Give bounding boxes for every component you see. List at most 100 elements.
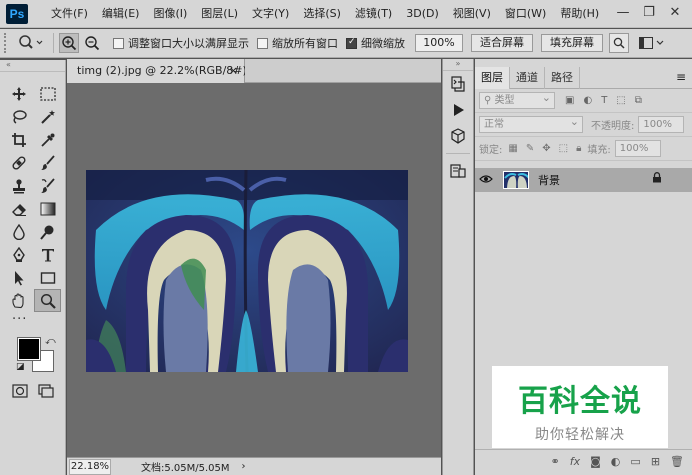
layers-tabs: 图层 通道 路径 ≡ bbox=[475, 67, 692, 89]
menu-filter[interactable]: 滤镜(T) bbox=[348, 0, 399, 28]
adjustment-filter-icon[interactable]: ◐ bbox=[583, 95, 592, 106]
menu-help[interactable]: 帮助(H) bbox=[553, 0, 606, 28]
tab-channels[interactable]: 通道 bbox=[510, 67, 545, 89]
opacity-field[interactable]: 100% bbox=[638, 116, 685, 133]
layer-row-background[interactable]: 背景 bbox=[475, 168, 692, 192]
history-panel-button[interactable] bbox=[443, 71, 473, 97]
blur-tool[interactable] bbox=[5, 220, 32, 243]
canvas-pasteboard[interactable] bbox=[67, 83, 441, 457]
menu-type[interactable]: 文字(Y) bbox=[245, 0, 296, 28]
layer-name[interactable]: 背景 bbox=[538, 172, 560, 188]
image-filter-icon[interactable]: ▣ bbox=[565, 95, 574, 106]
move-tool[interactable] bbox=[5, 82, 32, 105]
history-brush-tool[interactable] bbox=[34, 174, 61, 197]
eraser-tool[interactable] bbox=[5, 197, 32, 220]
close-button[interactable]: ✕ bbox=[662, 2, 688, 24]
fx-icon[interactable]: fx bbox=[570, 455, 580, 468]
zoom-out-button[interactable] bbox=[82, 33, 102, 53]
lock-artboard-icon[interactable]: ⬚ bbox=[559, 143, 568, 154]
close-tab-icon[interactable]: × bbox=[229, 59, 238, 83]
menu-window[interactable]: 窗口(W) bbox=[498, 0, 553, 28]
default-colors-icon[interactable]: ◪ bbox=[16, 362, 25, 372]
marquee-tool[interactable] bbox=[34, 82, 61, 105]
lasso-icon bbox=[12, 109, 27, 124]
menu-view[interactable]: 视图(V) bbox=[446, 0, 498, 28]
scrubby-zoom-option[interactable]: 细微缩放 bbox=[346, 35, 405, 51]
foreground-color[interactable] bbox=[17, 337, 41, 361]
blend-mode-select[interactable]: 正常 bbox=[479, 114, 583, 133]
resize-windows-option[interactable]: 调整窗口大小以满屏显示 bbox=[113, 35, 249, 51]
layers-panel-grip[interactable] bbox=[475, 59, 692, 67]
document-size-info[interactable]: 文档:5.05M/5.05M bbox=[141, 459, 230, 474]
crop-tool[interactable] bbox=[5, 128, 32, 151]
gradient-tool[interactable] bbox=[34, 197, 61, 220]
document-tab[interactable]: timg (2).jpg @ 22.2%(RGB/8#) * × bbox=[67, 59, 256, 83]
zoom-percentage-field[interactable]: 22.18% bbox=[69, 458, 111, 475]
lasso-tool[interactable] bbox=[5, 105, 32, 128]
menu-edit[interactable]: 编辑(E) bbox=[95, 0, 147, 28]
3d-panel-button[interactable] bbox=[443, 123, 473, 149]
menu-3d[interactable]: 3D(D) bbox=[399, 0, 446, 28]
path-selection-tool[interactable] bbox=[5, 266, 32, 289]
edit-toolbar-icon[interactable]: ··· bbox=[0, 312, 65, 328]
menu-layer[interactable]: 图层(L) bbox=[194, 0, 245, 28]
menu-select[interactable]: 选择(S) bbox=[296, 0, 348, 28]
minimize-button[interactable]: — bbox=[610, 2, 636, 24]
lock-paint-icon[interactable]: ✎ bbox=[526, 143, 534, 154]
fill-field[interactable]: 100% bbox=[614, 140, 661, 157]
lock-position-icon[interactable]: ✥ bbox=[542, 143, 550, 154]
healing-brush-tool[interactable] bbox=[5, 151, 32, 174]
lock-all-icon[interactable]: 🔒︎ bbox=[576, 143, 581, 154]
menu-file[interactable]: 文件(F) bbox=[44, 0, 95, 28]
brush-tool[interactable] bbox=[34, 151, 61, 174]
quick-mask-icon[interactable] bbox=[12, 384, 28, 398]
dock-grip[interactable]: » bbox=[443, 59, 473, 71]
eye-icon[interactable] bbox=[475, 174, 497, 187]
pen-tool[interactable] bbox=[5, 243, 32, 266]
link-layers-icon[interactable]: ⚭ bbox=[551, 455, 560, 468]
fill-screen-button[interactable]: 填充屏幕 bbox=[541, 34, 603, 52]
tool-preset-picker[interactable] bbox=[14, 31, 48, 55]
zoom-100-button[interactable]: 100% bbox=[415, 34, 463, 52]
panel-menu-icon[interactable]: ≡ bbox=[676, 70, 686, 84]
fit-screen-button[interactable]: 适合屏幕 bbox=[471, 34, 533, 52]
actions-panel-button[interactable] bbox=[443, 97, 473, 123]
tab-paths[interactable]: 路径 bbox=[545, 67, 580, 89]
canvas-image[interactable] bbox=[86, 170, 408, 372]
swap-colors-icon[interactable]: ⤺ bbox=[45, 336, 56, 347]
zoom-all-option[interactable]: 缩放所有窗口 bbox=[257, 35, 338, 51]
quick-selection-tool[interactable] bbox=[34, 105, 61, 128]
zoom-all-checkbox[interactable] bbox=[257, 37, 268, 49]
add-mask-icon[interactable]: ◙ bbox=[590, 455, 601, 468]
search-button[interactable] bbox=[609, 33, 629, 53]
menu-image[interactable]: 图像(I) bbox=[146, 0, 194, 28]
shape-filter-icon[interactable]: ⬚ bbox=[616, 95, 625, 106]
scrubby-zoom-checkbox[interactable] bbox=[346, 37, 357, 49]
type-tool[interactable] bbox=[34, 243, 61, 266]
properties-panel-button[interactable] bbox=[443, 158, 473, 184]
delete-layer-icon[interactable]: 🗑︎ bbox=[670, 455, 684, 468]
smart-object-filter-icon[interactable]: ⧉ bbox=[635, 95, 642, 106]
options-grip[interactable] bbox=[4, 33, 14, 53]
lock-pixels-icon[interactable]: ▦ bbox=[508, 143, 517, 154]
new-layer-icon[interactable]: ⊞ bbox=[651, 455, 660, 468]
restore-button[interactable]: ❐ bbox=[636, 2, 662, 24]
type-filter-icon[interactable]: T bbox=[601, 95, 607, 106]
filter-kind-select[interactable]: ⚲ 类型 bbox=[479, 90, 555, 109]
rectangle-tool[interactable] bbox=[34, 266, 61, 289]
hand-tool[interactable] bbox=[5, 289, 32, 312]
new-group-icon[interactable]: ▭ bbox=[630, 455, 640, 468]
eyedropper-tool[interactable] bbox=[34, 128, 61, 151]
clone-stamp-tool[interactable] bbox=[5, 174, 32, 197]
zoom-tool[interactable] bbox=[34, 289, 61, 312]
tab-layers[interactable]: 图层 bbox=[475, 67, 510, 89]
status-menu-arrow[interactable]: › bbox=[242, 461, 246, 472]
screen-mode-icon[interactable] bbox=[38, 384, 54, 398]
dodge-icon bbox=[39, 225, 53, 240]
toolbox-grip[interactable]: « bbox=[0, 60, 65, 72]
workspace-switcher[interactable] bbox=[639, 37, 664, 49]
dodge-tool[interactable] bbox=[34, 220, 61, 243]
adjustment-layer-icon[interactable]: ◐ bbox=[611, 455, 621, 468]
resize-windows-checkbox[interactable] bbox=[113, 37, 124, 49]
zoom-in-button[interactable] bbox=[59, 33, 79, 53]
